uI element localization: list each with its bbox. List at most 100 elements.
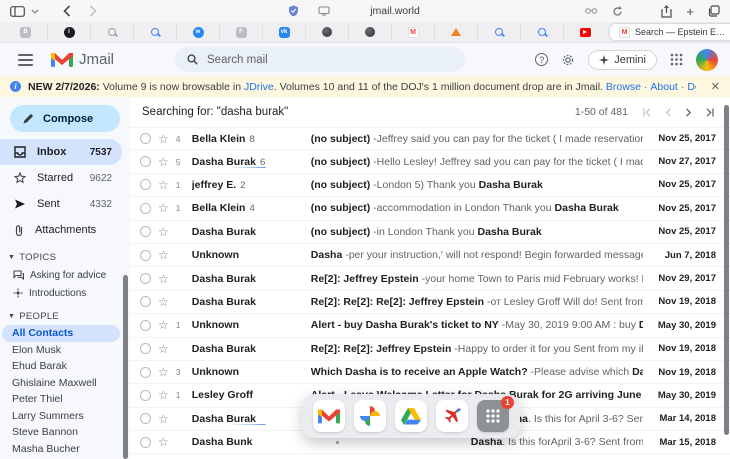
first-page-button[interactable] — [643, 108, 652, 117]
help-icon[interactable]: ? — [535, 53, 548, 66]
page-settings-icon[interactable] — [318, 6, 330, 16]
search-input[interactable]: Search mail — [175, 47, 465, 72]
email-row[interactable]: ☆ 1 Unknown Alert - buy Dasha Burak's ti… — [130, 314, 730, 337]
pinned-tab[interactable]: M — [391, 25, 434, 39]
list-scrollbar[interactable] — [724, 105, 729, 435]
donate-link[interactable]: Donate — [687, 81, 695, 93]
back-button[interactable] — [63, 5, 71, 17]
sidebar-person-item[interactable]: All Contacts — [2, 325, 120, 342]
row-checkbox[interactable] — [140, 156, 151, 167]
row-checkbox[interactable] — [140, 343, 151, 354]
sidebar-person-item[interactable]: Peter Thiel — [0, 391, 120, 408]
row-checkbox[interactable] — [140, 320, 151, 331]
row-checkbox[interactable] — [140, 413, 151, 424]
row-star-icon[interactable]: ☆ — [158, 413, 169, 425]
sidebar-person-item[interactable]: Ghislaine Maxwell — [0, 375, 120, 392]
email-row[interactable]: ☆ 5 Dasha Burak6 (no subject) -Hello Les… — [130, 150, 730, 173]
photos-dock-icon[interactable] — [354, 400, 386, 432]
flights-dock-icon[interactable] — [436, 400, 468, 432]
row-checkbox[interactable] — [140, 226, 151, 237]
last-page-button[interactable] — [705, 108, 714, 117]
sidebar-person-item[interactable]: Masha Bucher — [0, 441, 120, 458]
row-star-icon[interactable]: ☆ — [158, 202, 169, 214]
privacy-shield-icon[interactable] — [288, 5, 299, 17]
address-bar[interactable]: jmail.world — [180, 5, 610, 17]
about-link[interactable]: About — [650, 81, 677, 93]
row-checkbox[interactable] — [140, 250, 151, 261]
sidebar-person-item[interactable]: Elon Musk — [0, 342, 120, 359]
sidebar-person-item[interactable]: Larry Summers — [0, 408, 120, 425]
row-checkbox[interactable] — [140, 133, 151, 144]
sidebar-toggle-icon[interactable] — [10, 6, 25, 17]
pinned-tab[interactable]: vk — [262, 25, 305, 39]
pinned-tab[interactable] — [563, 25, 606, 39]
email-row[interactable]: ☆ Dasha Burak Re[2]: Re[2]: Re[2]: Jeffr… — [130, 291, 730, 314]
tab-overview-icon[interactable] — [708, 5, 720, 17]
sidebar-item-introductions[interactable]: Introductions — [0, 284, 130, 302]
active-tab[interactable]: M Search — Epstein E… — [610, 24, 730, 40]
email-row[interactable]: ☆ 4 Bella Klein8 (no subject) -Jeffrey s… — [130, 127, 730, 150]
row-star-icon[interactable]: ☆ — [158, 319, 169, 331]
row-checkbox[interactable] — [140, 296, 151, 307]
row-checkbox[interactable] — [140, 390, 151, 401]
sidebar-item-sent[interactable]: Sent 4332 — [0, 191, 122, 217]
compose-button[interactable]: Compose — [10, 105, 120, 132]
app-logo[interactable]: Jmail — [51, 51, 114, 68]
main-menu-icon[interactable] — [18, 59, 33, 61]
sidebar-person-item[interactable]: Ehud Barak — [0, 358, 120, 375]
email-row[interactable]: ☆ 1 Bella Klein4 (no subject) -accommoda… — [130, 197, 730, 220]
pinned-tab[interactable] — [434, 25, 477, 39]
row-checkbox[interactable] — [140, 437, 151, 448]
email-row[interactable]: ☆ Dasha Burak Re[2]: Jeffrey Epstein -yo… — [130, 267, 730, 290]
jemini-button[interactable]: Jemini — [588, 50, 657, 70]
avatar[interactable] — [696, 49, 718, 71]
jmail-dock-icon[interactable] — [313, 400, 345, 432]
reload-icon[interactable] — [612, 6, 623, 17]
pinned-tab[interactable]: F — [219, 25, 262, 39]
sidebar-item-starred[interactable]: Starred 9622 — [0, 165, 122, 191]
sidebar-item-attachments[interactable]: Attachments — [0, 217, 122, 243]
drive-dock-icon[interactable] — [395, 400, 427, 432]
pinned-tab[interactable] — [90, 25, 133, 39]
sidebar-item-inbox[interactable]: Inbox 7537 — [0, 139, 122, 165]
sidebar-scrollbar[interactable] — [123, 275, 128, 459]
reader-icon[interactable] — [585, 7, 598, 15]
row-checkbox[interactable] — [140, 273, 151, 284]
email-row[interactable]: ☆ 3 Unknown Which Dasha is to receive an… — [130, 361, 730, 384]
email-row[interactable]: ☆ Dasha Burak (no subject) -in London Th… — [130, 221, 730, 244]
topics-section-header[interactable]: ▼ TOPICS — [8, 252, 130, 263]
email-row[interactable]: ☆ Dasha Burak Re[2]: Re[2]: Jeffrey Epst… — [130, 338, 730, 361]
browse-link[interactable]: Browse — [606, 81, 641, 93]
row-star-icon[interactable]: ☆ — [158, 273, 169, 285]
banner-close-icon[interactable]: ✕ — [711, 80, 720, 93]
row-star-icon[interactable]: ☆ — [158, 389, 169, 401]
jdrive-link[interactable]: JDrive — [244, 81, 274, 93]
url-text[interactable]: jmail.world — [370, 5, 420, 17]
sidebar-person-item[interactable]: Steve Bannon — [0, 424, 120, 441]
prev-page-button[interactable] — [665, 108, 672, 117]
pinned-tab[interactable]: w — [176, 25, 219, 39]
row-star-icon[interactable]: ☆ — [158, 343, 169, 355]
pinned-tab[interactable] — [520, 25, 563, 39]
email-row[interactable]: ☆ Bella Klein4 -ticket ( I made reservat… — [130, 454, 730, 459]
row-checkbox[interactable] — [140, 203, 151, 214]
forward-button[interactable] — [89, 5, 97, 17]
apps-grid-icon[interactable] — [670, 53, 683, 66]
row-star-icon[interactable]: ☆ — [158, 133, 169, 145]
row-star-icon[interactable]: ☆ — [158, 156, 169, 168]
pinned-tab[interactable] — [305, 25, 348, 39]
row-star-icon[interactable]: ☆ — [158, 436, 169, 448]
sidebar-item-asking-for-advice[interactable]: Asking for advice — [0, 266, 130, 284]
email-row[interactable]: ☆ Unknown Dasha -per your instruction,' … — [130, 244, 730, 267]
new-tab-button[interactable]: + — [686, 4, 694, 19]
row-star-icon[interactable]: ☆ — [158, 226, 169, 238]
pinned-tab[interactable] — [348, 25, 391, 39]
email-row[interactable]: ☆ 1 jeffrey E.2 (no subject) -London 5) … — [130, 174, 730, 197]
row-checkbox[interactable] — [140, 179, 151, 190]
row-star-icon[interactable]: ☆ — [158, 366, 169, 378]
apps-grid-dock-icon[interactable]: 1 — [477, 400, 509, 432]
pinned-tab[interactable] — [133, 25, 176, 39]
pinned-tab[interactable]: i — [47, 25, 90, 39]
row-star-icon[interactable]: ☆ — [158, 249, 169, 261]
next-page-button[interactable] — [685, 108, 692, 117]
